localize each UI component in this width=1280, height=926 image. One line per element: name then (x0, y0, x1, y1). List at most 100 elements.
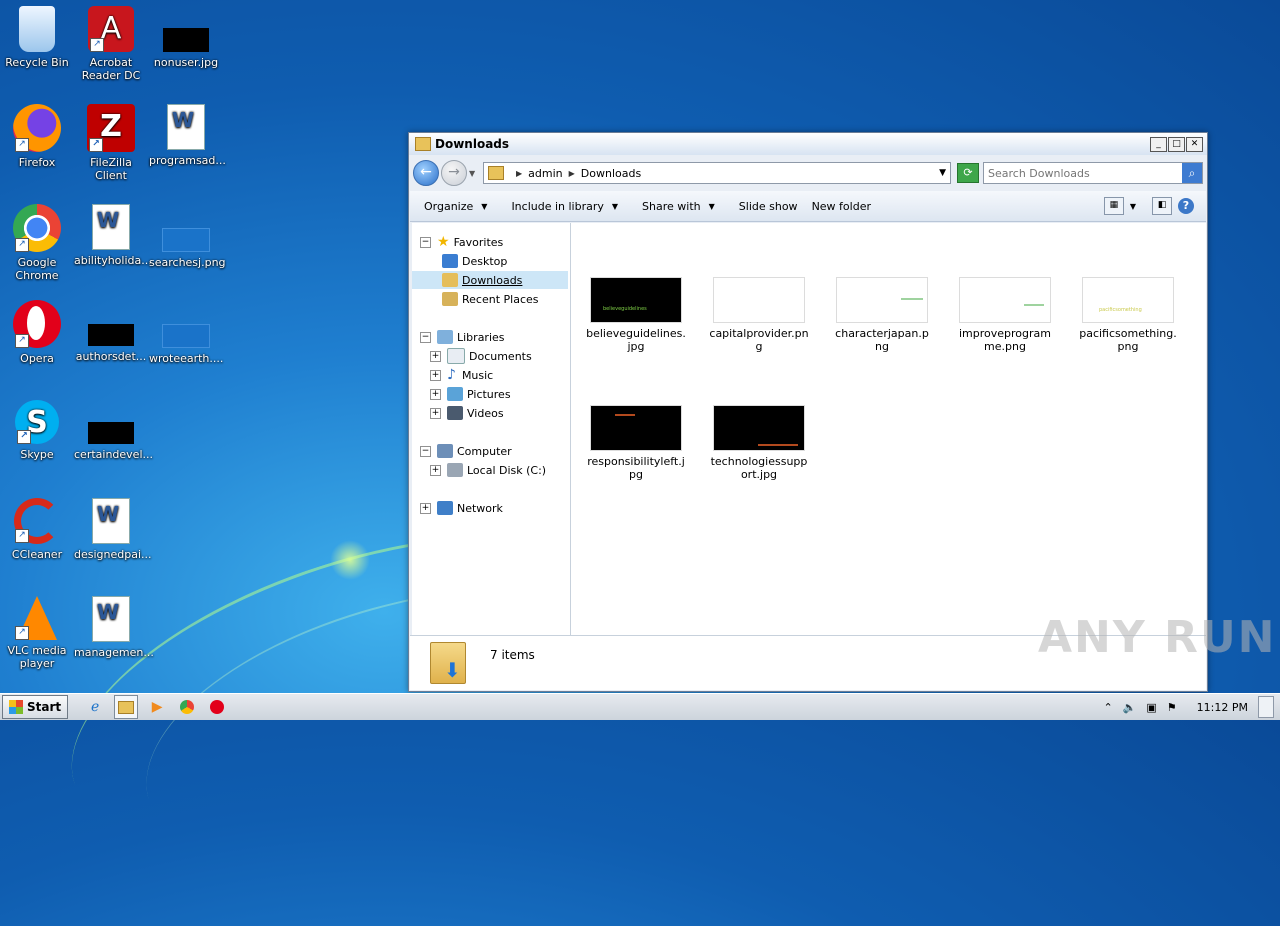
collapse-icon[interactable]: − (420, 445, 431, 457)
file-item[interactable]: pacificsomething pacificsomething.png (1078, 277, 1178, 353)
clock[interactable]: 11:12 PM (1197, 701, 1248, 714)
maximize-button[interactable]: □ (1168, 136, 1185, 152)
breadcrumb-admin[interactable]: admin (528, 167, 562, 180)
back-button[interactable]: ← (413, 160, 439, 186)
chevron-down-icon: ▼ (611, 201, 619, 211)
nav-local-disk[interactable]: + Local Disk (C:) (430, 461, 570, 479)
image-file-icon (163, 28, 209, 52)
downloads-folder-icon (442, 273, 458, 287)
image-thumbnail (713, 405, 805, 451)
network-status-icon[interactable]: ▣ (1146, 701, 1156, 714)
desktop-icon-authorsdet[interactable]: authorsdet... (74, 300, 148, 363)
nav-pictures[interactable]: + Pictures (430, 385, 570, 403)
search-input[interactable] (984, 165, 1182, 181)
refresh-button[interactable]: ⟳ (957, 163, 979, 183)
desktop-icon-acrobat[interactable]: A ↗ Acrobat Reader DC (74, 6, 148, 82)
nav-recent-places[interactable]: Recent Places (442, 290, 570, 308)
action-center-flag-icon[interactable]: ⚑ (1167, 701, 1177, 714)
nav-network[interactable]: + Network (420, 499, 570, 517)
volume-icon[interactable]: 🔈 (1123, 701, 1137, 714)
start-button[interactable]: Start (2, 695, 69, 719)
collapse-icon[interactable]: − (420, 236, 431, 248)
file-item[interactable]: responsibilityleft.jpg (586, 405, 686, 481)
desktop-icon-nonuser-jpg[interactable]: nonuser.jpg (149, 6, 223, 69)
recent-places-icon (442, 292, 458, 306)
nav-desktop[interactable]: Desktop (442, 252, 570, 270)
image-file-icon (162, 228, 210, 252)
expand-icon[interactable]: + (430, 407, 441, 419)
desktop-icon-vlc[interactable]: ↗ VLC media player (0, 596, 74, 670)
address-dropdown-icon[interactable]: ▼ (939, 168, 946, 178)
internet-explorer-icon[interactable]: ℯ (84, 696, 106, 718)
desktop-icon-ccleaner[interactable]: ↗ CCleaner (0, 498, 74, 561)
preview-pane-icon[interactable]: ◧ (1152, 197, 1172, 215)
show-desktop-button[interactable] (1258, 696, 1274, 718)
nav-music[interactable]: + ♪ Music (430, 366, 570, 384)
expand-icon[interactable]: + (420, 502, 431, 514)
close-button[interactable]: ✕ (1186, 136, 1203, 152)
chevron-down-icon: ▼ (708, 201, 715, 211)
desktop-icon-filezilla[interactable]: Z ↗ FileZilla Client (74, 104, 148, 182)
nav-videos[interactable]: + Videos (430, 404, 570, 422)
expand-icon[interactable]: + (430, 369, 441, 381)
forward-button[interactable]: → (441, 160, 467, 186)
expand-icon[interactable]: + (430, 388, 441, 400)
desktop-icon-certaindevel[interactable]: certaindevel... (74, 400, 153, 461)
recent-pages-dropdown[interactable]: ▼ (469, 169, 479, 178)
slide-show-button[interactable]: Slide show (725, 200, 808, 213)
desktop-icon-firefox[interactable]: ↗ Firefox (0, 104, 74, 169)
view-options-dropdown[interactable]: ▼ (1130, 202, 1136, 211)
help-icon[interactable]: ? (1178, 198, 1194, 214)
address-bar[interactable]: ▶ admin ▶ Downloads ▼ (483, 162, 951, 184)
word-document-icon: W (92, 204, 130, 250)
chevron-right-icon[interactable]: ▶ (569, 169, 575, 178)
file-item[interactable]: believeguidelines believeguidelines.jpg (586, 277, 686, 353)
desktop-icon-opera[interactable]: ↗ Opera (0, 300, 74, 365)
title-bar[interactable]: Downloads _ □ ✕ (409, 133, 1207, 155)
file-item[interactable]: capitalprovider.png (709, 277, 809, 353)
breadcrumb-downloads[interactable]: Downloads (581, 167, 641, 180)
new-folder-button[interactable]: New folder (808, 200, 881, 213)
collapse-icon[interactable]: − (420, 331, 431, 343)
desktop-icon-wroteearth[interactable]: wroteearth.... (149, 300, 223, 365)
nav-documents[interactable]: + Documents (430, 347, 570, 365)
organize-button[interactable]: Organize ▼ (410, 200, 497, 213)
expand-icon[interactable]: + (430, 350, 441, 362)
desktop-icon-recycle-bin[interactable]: Recycle Bin (0, 6, 74, 69)
computer-icon (437, 444, 453, 458)
desktop-icon (442, 254, 458, 268)
search-icon[interactable]: ⌕ (1182, 163, 1202, 183)
show-hidden-icons-icon[interactable]: ⌃ (1103, 701, 1112, 714)
chevron-right-icon[interactable]: ▶ (516, 169, 522, 178)
opera-taskbar-icon[interactable] (206, 696, 228, 718)
desktop-icon-chrome[interactable]: ↗ Google Chrome (0, 204, 74, 282)
word-document-icon: W (92, 596, 130, 642)
media-player-icon[interactable]: ▶ (146, 696, 168, 718)
desktop-icon-designedpai[interactable]: W designedpai... (74, 498, 152, 561)
nav-libraries[interactable]: − Libraries (420, 328, 570, 346)
share-with-button[interactable]: Share with ▼ (628, 200, 725, 213)
change-view-icon[interactable]: ▦ (1103, 197, 1124, 215)
nav-computer[interactable]: − Computer (420, 442, 570, 460)
nav-downloads[interactable]: Downloads (412, 271, 568, 289)
image-file-icon (88, 422, 134, 444)
watermark: ANY RUN (1038, 612, 1277, 663)
file-item[interactable]: improveprogramme.png (955, 277, 1055, 353)
image-thumbnail: believeguidelines (590, 277, 682, 323)
desktop-icon-skype[interactable]: S ↗ Skype (0, 400, 74, 461)
recycle-bin-icon (19, 6, 55, 52)
expand-icon[interactable]: + (430, 464, 441, 476)
opera-icon: ↗ (13, 300, 61, 348)
file-item[interactable]: technologiessupport.jpg (709, 405, 809, 481)
desktop-icon-programsad[interactable]: W programsad... (149, 104, 226, 167)
nav-favorites[interactable]: − ★ Favorites (420, 233, 570, 251)
desktop-icon-searchesj-png[interactable]: searchesj.png (149, 204, 226, 269)
explorer-taskbar-icon[interactable] (114, 695, 139, 719)
minimize-button[interactable]: _ (1150, 136, 1167, 152)
desktop-icon-abilityholida[interactable]: W abilityholida... (74, 204, 152, 267)
vlc-icon: ↗ (15, 596, 57, 640)
chrome-taskbar-icon[interactable] (176, 696, 198, 718)
desktop-icon-managemen[interactable]: W managemen... (74, 596, 154, 659)
file-item[interactable]: characterjapan.png (832, 277, 932, 353)
include-in-library-button[interactable]: Include in library ▼ (497, 200, 628, 213)
